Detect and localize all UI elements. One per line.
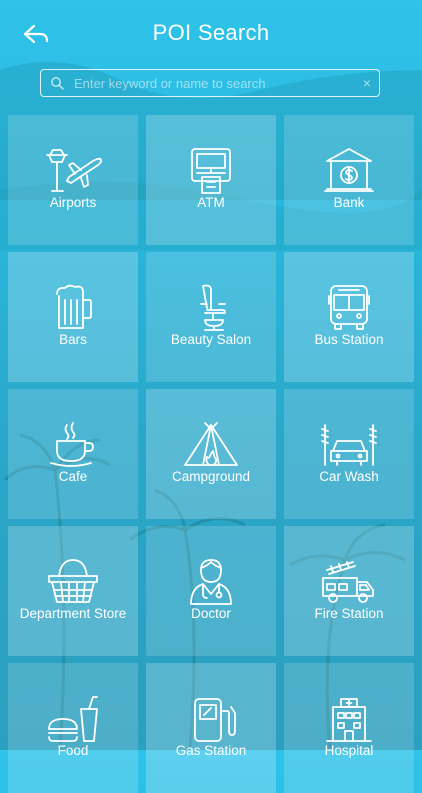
- category-label: Car Wash: [319, 469, 379, 484]
- fire-truck-icon: [322, 561, 374, 603]
- bank-icon: [324, 148, 374, 192]
- category-label: Fire Station: [314, 606, 384, 621]
- coffee-cup-icon: [50, 422, 94, 467]
- clear-search-button[interactable]: ×: [355, 75, 379, 91]
- category-tile-doctor[interactable]: Doctor: [146, 526, 276, 656]
- category-label: Hospital: [324, 743, 374, 758]
- page-title: POI Search: [152, 20, 270, 45]
- category-tile-cafe[interactable]: Cafe: [8, 389, 138, 519]
- category-tile-campground[interactable]: Campground: [146, 389, 276, 519]
- fast-food-icon: [48, 696, 98, 742]
- category-label: Food: [57, 743, 89, 758]
- category-label: Bus Station: [314, 332, 384, 347]
- atm-icon: [191, 148, 231, 194]
- hospital-icon: [326, 698, 372, 742]
- category-label: Cafe: [58, 469, 88, 484]
- category-label: Bank: [333, 195, 365, 210]
- category-tile-department-store[interactable]: Department Store: [8, 526, 138, 656]
- category-tile-car-wash[interactable]: Car Wash: [284, 389, 414, 519]
- search-bar: ×: [40, 69, 380, 97]
- tent-icon: [184, 422, 238, 466]
- category-tile-hospital[interactable]: Hospital: [284, 663, 414, 793]
- shopping-basket-icon: [48, 559, 98, 603]
- category-label: ATM: [197, 195, 225, 210]
- category-tile-fire-station[interactable]: Fire Station: [284, 526, 414, 656]
- category-label: Department Store: [19, 606, 127, 621]
- search-input[interactable]: [74, 75, 355, 91]
- category-label: Beauty Salon: [170, 332, 252, 347]
- category-grid: Airports ATM Bank Bars Beauty Salon Bus …: [8, 115, 414, 793]
- doctor-icon: [190, 559, 232, 605]
- category-tile-airports[interactable]: Airports: [8, 115, 138, 245]
- category-label: Doctor: [191, 606, 231, 621]
- gas-pump-icon: [194, 698, 236, 742]
- category-label: Airports: [49, 195, 97, 210]
- bus-icon: [328, 285, 370, 330]
- car-wash-icon: [321, 424, 377, 466]
- category-label: Campground: [171, 469, 251, 484]
- category-label: Gas Station: [175, 743, 247, 758]
- category-tile-food[interactable]: Food: [8, 663, 138, 793]
- salon-chair-icon: [200, 284, 226, 331]
- category-tile-bus-station[interactable]: Bus Station: [284, 252, 414, 382]
- beer-mug-icon: [56, 284, 92, 329]
- search-icon: [51, 77, 64, 90]
- category-tile-gas-station[interactable]: Gas Station: [146, 663, 276, 793]
- category-tile-beauty-salon[interactable]: Beauty Salon: [146, 252, 276, 382]
- category-tile-bank[interactable]: Bank: [284, 115, 414, 245]
- airport-icon: [46, 149, 103, 192]
- category-tile-bars[interactable]: Bars: [8, 252, 138, 382]
- category-label: Bars: [59, 332, 87, 347]
- top-bar: POI Search: [0, 0, 422, 64]
- category-tile-atm[interactable]: ATM: [146, 115, 276, 245]
